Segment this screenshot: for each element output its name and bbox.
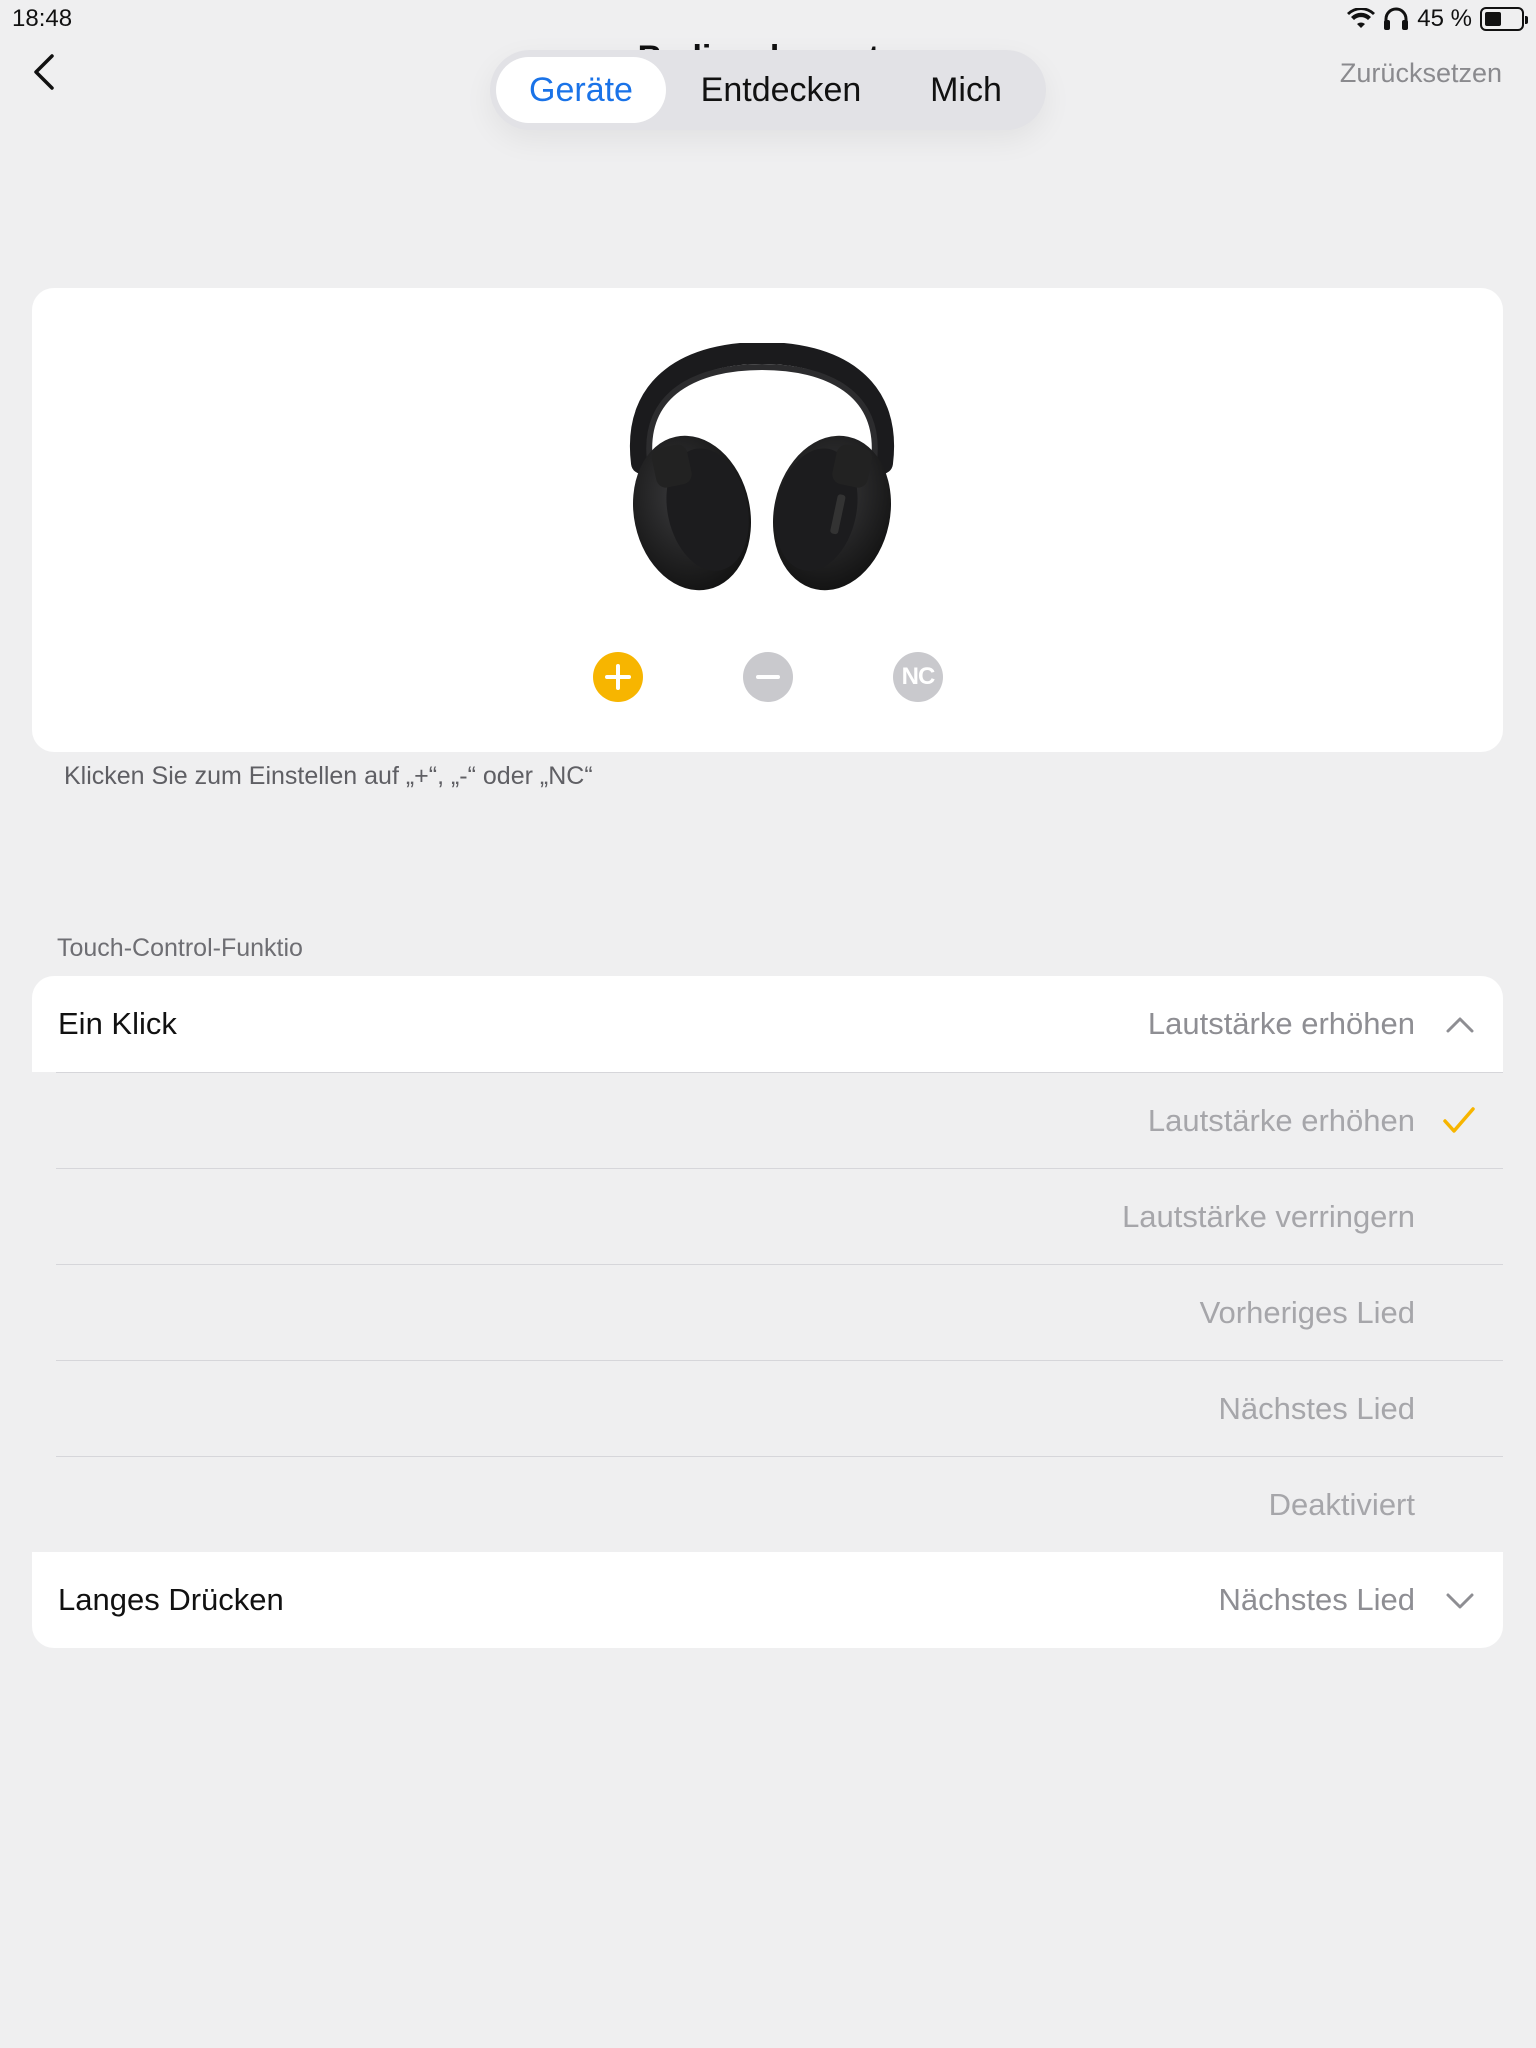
long-press-row[interactable]: Langes Drücken Nächstes Lied (32, 1552, 1503, 1648)
option-label: Lautstärke verringern (1122, 1198, 1415, 1234)
plus-icon (605, 664, 631, 690)
option-item[interactable]: Lautstärke verringern (56, 1168, 1503, 1264)
touch-control-list: Ein Klick Lautstärke erhöhen Lautstärke … (32, 976, 1503, 1648)
tab-mich[interactable]: Mich (896, 57, 1036, 123)
device-card: NC (32, 288, 1503, 752)
tab-geraete[interactable]: Geräte (496, 57, 666, 123)
nc-control-button[interactable]: NC (893, 652, 943, 702)
headphones-image (629, 343, 895, 591)
option-label: Deaktiviert (1268, 1486, 1415, 1522)
option-item[interactable]: Deaktiviert (56, 1456, 1503, 1552)
minus-icon (756, 675, 780, 679)
single-click-value: Lautstärke erhöhen (1147, 1006, 1415, 1041)
reset-button[interactable]: Zurücksetzen (1340, 58, 1502, 89)
chevron-left-icon (34, 54, 54, 90)
option-item[interactable]: Nächstes Lied (56, 1360, 1503, 1456)
status-indicators: 45 % (1347, 5, 1528, 33)
battery-icon (1480, 7, 1528, 31)
tab-bar: Geräte Entdecken Mich (490, 50, 1046, 130)
minus-control-button[interactable] (743, 652, 793, 702)
long-press-label: Langes Drücken (58, 1582, 284, 1617)
back-button[interactable] (26, 48, 66, 96)
section-header-touch-control: Touch-Control-Funktio (57, 934, 303, 962)
battery-percent: 45 % (1417, 5, 1472, 32)
long-press-value: Nächstes Lied (1218, 1582, 1415, 1617)
option-item[interactable]: Vorheriges Lied (56, 1264, 1503, 1360)
checkmark-icon (1443, 1107, 1475, 1133)
option-item[interactable]: Lautstärke erhöhen (56, 1072, 1503, 1168)
single-click-row[interactable]: Ein Klick Lautstärke erhöhen (32, 976, 1503, 1072)
wifi-icon (1347, 8, 1376, 28)
single-click-options: Lautstärke erhöhen Lautstärke verringern… (32, 1072, 1503, 1552)
control-hint: Klicken Sie zum Einstellen auf „+“, „-“ … (64, 762, 593, 790)
option-label: Lautstärke erhöhen (1147, 1102, 1415, 1138)
status-time: 18:48 (12, 5, 73, 32)
chevron-down-icon (1446, 1593, 1474, 1609)
option-label: Nächstes Lied (1218, 1390, 1415, 1426)
chevron-up-icon (1446, 1017, 1474, 1033)
headphones-status-icon (1384, 7, 1409, 30)
tab-entdecken[interactable]: Entdecken (666, 57, 896, 123)
option-label: Vorheriges Lied (1199, 1294, 1415, 1330)
single-click-label: Ein Klick (58, 1006, 177, 1041)
plus-control-button[interactable] (593, 652, 643, 702)
